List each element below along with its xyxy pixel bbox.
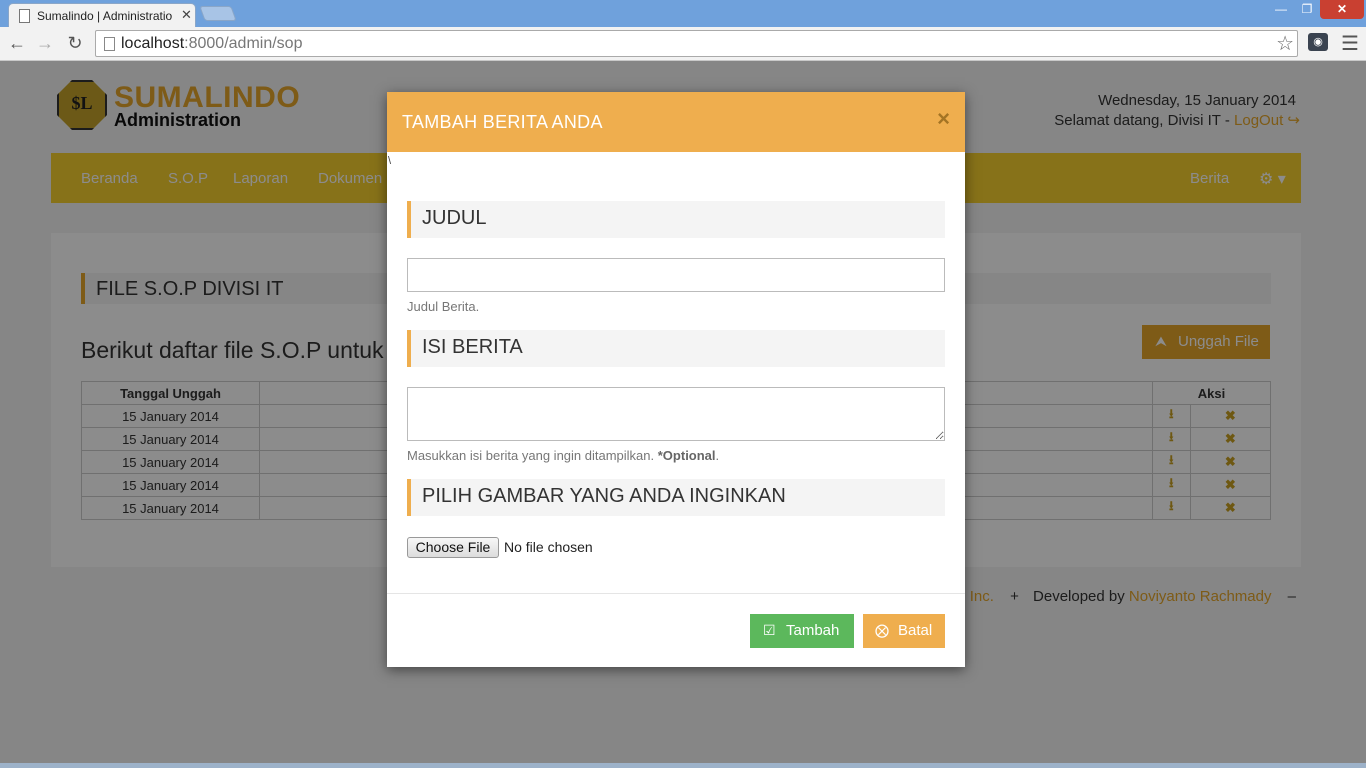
batal-button-label: Batal: [898, 622, 933, 639]
gambar-heading-label: PILIH GAMBAR YANG ANDA INGINKAN: [422, 485, 786, 507]
add-news-modal: TAMBAH BERITA ANDA × \ JUDUL Judul Berit…: [387, 92, 965, 667]
page-icon: [104, 37, 115, 51]
judul-input[interactable]: [407, 258, 945, 292]
tambah-button-label: Tambah: [786, 622, 840, 639]
isi-heading-label: ISI BERITA: [422, 336, 523, 358]
minimize-button[interactable]: —: [1268, 0, 1294, 19]
stray-character: \: [388, 155, 392, 167]
tambah-button[interactable]: ☑ Tambah: [750, 614, 854, 648]
choose-file-button[interactable]: Choose File: [407, 537, 499, 558]
modal-close-icon[interactable]: ×: [937, 106, 950, 132]
bookmark-star-icon[interactable]: ☆: [1276, 31, 1294, 56]
address-bar[interactable]: localhost:8000/admin/sop ☆: [95, 30, 1298, 57]
modal-title: TAMBAH BERITA ANDA: [402, 112, 603, 132]
browser-toolbar: ← → ↻ localhost:8000/admin/sop ☆ ◉ ☰: [0, 27, 1366, 61]
modal-footer-divider: [387, 593, 965, 594]
page-icon: [19, 9, 30, 23]
taskbar-strip: [0, 763, 1366, 768]
new-tab-button[interactable]: [199, 6, 237, 21]
judul-heading-label: JUDUL: [422, 207, 487, 229]
back-arrow-icon[interactable]: ←: [6, 32, 28, 54]
tab-title: Sumalindo | Administratio: [37, 9, 173, 23]
gambar-heading: PILIH GAMBAR YANG ANDA INGINKAN: [407, 479, 945, 516]
batal-button[interactable]: ⨂ Batal: [863, 614, 945, 648]
forward-arrow-icon[interactable]: →: [34, 32, 56, 54]
isi-berita-textarea[interactable]: [407, 387, 945, 441]
isi-berita-heading: ISI BERITA: [407, 330, 945, 367]
modal-header: TAMBAH BERITA ANDA ×: [387, 92, 965, 152]
judul-help-text: Judul Berita.: [407, 299, 480, 314]
close-window-button[interactable]: ✕: [1320, 0, 1364, 19]
reload-icon[interactable]: ↻: [64, 32, 86, 54]
times-circle-icon: ⨂: [875, 622, 889, 638]
tab-close-icon[interactable]: ✕: [181, 7, 192, 23]
isi-help-label: Masukkan isi berita yang ingin ditampilk…: [407, 448, 658, 463]
file-status-text: No file chosen: [504, 539, 593, 555]
isi-help-text: Masukkan isi berita yang ingin ditampilk…: [407, 448, 720, 463]
web-page: $L SUMALINDO Administration Wednesday, 1…: [0, 61, 1366, 768]
camera-extension-icon[interactable]: ◉: [1308, 33, 1328, 51]
optional-label: *Optional: [657, 448, 716, 463]
judul-heading: JUDUL: [407, 201, 945, 238]
hamburger-menu-icon[interactable]: ☰: [1341, 31, 1359, 56]
browser-titlebar: Sumalindo | Administratio ✕ — ❐ ✕: [0, 0, 1366, 28]
maximize-button[interactable]: ❐: [1294, 0, 1320, 19]
url-text: localhost:8000/admin/sop: [121, 35, 303, 52]
browser-tab[interactable]: Sumalindo | Administratio ✕: [8, 3, 196, 28]
check-square-icon: ☑: [763, 622, 776, 638]
